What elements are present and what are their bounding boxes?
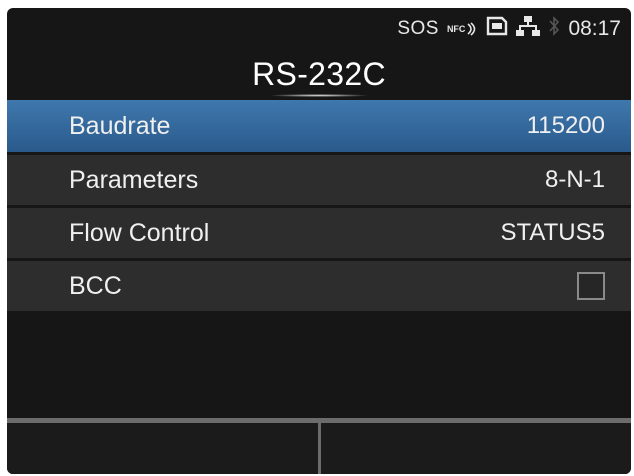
status-bar: SOS NFC 08:17 [397, 14, 621, 44]
menu-item-baudrate[interactable]: Baudrate 115200 [7, 100, 631, 152]
menu-item-label: Parameters [69, 165, 199, 194]
sos-indicator: SOS [397, 18, 439, 39]
menu-item-label: BCC [69, 271, 122, 300]
menu-item-value: 115200 [526, 112, 605, 139]
softkey-bar [7, 418, 631, 474]
lan-icon [516, 15, 541, 43]
bluetooth-icon [548, 15, 560, 43]
settings-menu: Baudrate 115200 Parameters 8-N-1 Flow Co… [7, 98, 631, 314]
menu-item-label: Baudrate [69, 111, 171, 140]
softkey-left[interactable] [7, 418, 318, 474]
nfc-label: NFC [446, 24, 466, 34]
bcc-checkbox[interactable] [577, 272, 605, 300]
page-title: RS-232C [252, 56, 386, 92]
title-underline [269, 94, 369, 97]
menu-item-value: STATUS5 [500, 219, 605, 246]
menu-item-value: 8-N-1 [544, 166, 605, 193]
sd-card-icon [486, 16, 508, 42]
device-screen: SOS NFC 08:17 RS-232C Baudrate 115200 Pa… [7, 8, 631, 474]
menu-item-label: Flow Control [69, 218, 210, 247]
nfc-icon: NFC [447, 22, 479, 36]
menu-item-flow-control[interactable]: Flow Control STATUS5 [7, 208, 631, 258]
softkey-right[interactable] [317, 418, 631, 474]
clock: 08:17 [568, 17, 621, 40]
menu-item-parameters[interactable]: Parameters 8-N-1 [7, 155, 631, 205]
menu-item-bcc[interactable]: BCC [7, 261, 631, 311]
